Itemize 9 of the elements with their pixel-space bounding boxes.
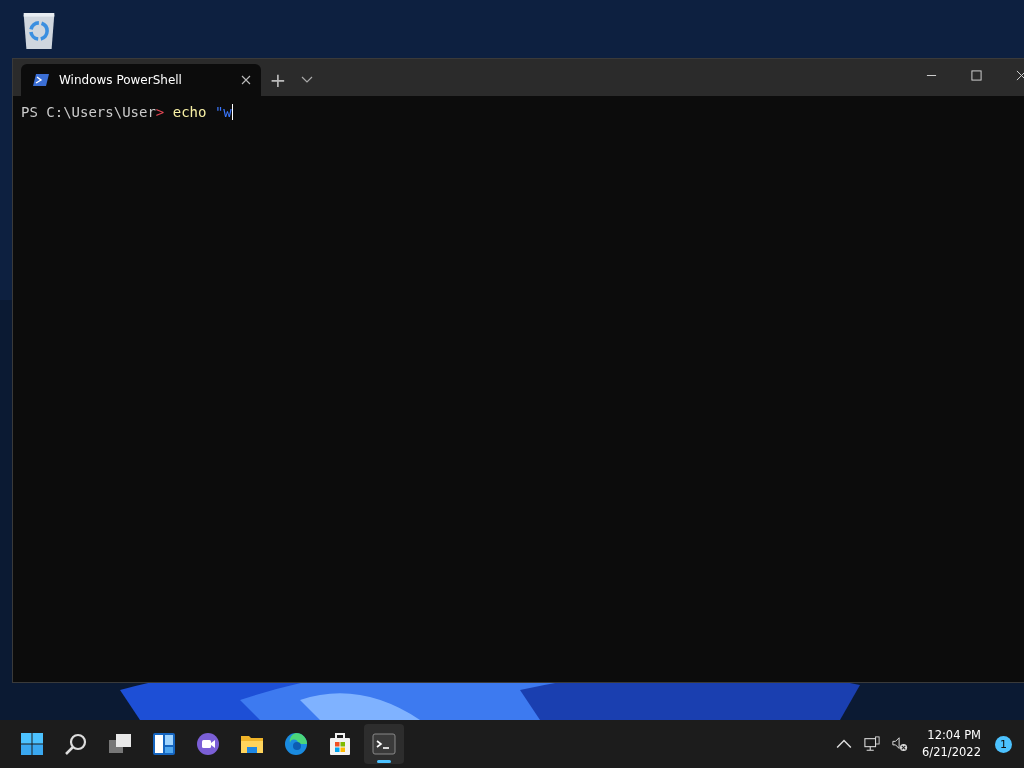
tab-title: Windows PowerShell bbox=[59, 73, 183, 87]
terminal-text: echo bbox=[171, 104, 207, 120]
tab[interactable]: Windows PowerShell bbox=[21, 64, 261, 96]
terminal-text: PS C:\Users\User bbox=[21, 104, 156, 120]
terminal-text: > bbox=[155, 104, 165, 120]
terminal-text: "w bbox=[213, 104, 232, 120]
clock[interactable]: 12:04 PM 6/21/2022 bbox=[920, 727, 983, 761]
notification-badge[interactable]: 1 bbox=[995, 735, 1012, 753]
new-tab-button[interactable]: + bbox=[261, 64, 295, 96]
